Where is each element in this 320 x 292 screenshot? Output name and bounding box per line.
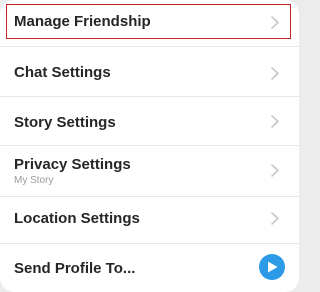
menu-item-chat-settings[interactable]: Chat Settings (0, 47, 299, 95)
menu-item-label: Story Settings (14, 114, 116, 131)
chevron-right-icon (271, 212, 279, 225)
menu-item-label: Privacy Settings (14, 156, 131, 173)
menu-item-label: Send Profile To... (14, 260, 136, 277)
chevron-right-icon (271, 115, 279, 128)
chevron-right-icon (271, 67, 279, 80)
settings-menu-card: Manage Friendship Chat Settings Story Se… (0, 0, 299, 292)
menu-item-sublabel: My Story (14, 175, 54, 186)
send-profile-button[interactable] (259, 254, 285, 280)
menu-item-location-settings[interactable]: Location Settings (0, 197, 299, 243)
play-send-icon (268, 261, 278, 273)
menu-item-privacy-settings[interactable]: Privacy Settings My Story (0, 146, 299, 196)
highlight-box (6, 4, 291, 39)
menu-item-manage-friendship[interactable]: Manage Friendship (0, 0, 299, 46)
menu-item-label: Chat Settings (14, 64, 111, 81)
menu-item-send-profile-to[interactable]: Send Profile To... (0, 244, 299, 292)
menu-item-label: Location Settings (14, 210, 140, 227)
chevron-right-icon (271, 164, 279, 177)
menu-item-story-settings[interactable]: Story Settings (0, 97, 299, 145)
